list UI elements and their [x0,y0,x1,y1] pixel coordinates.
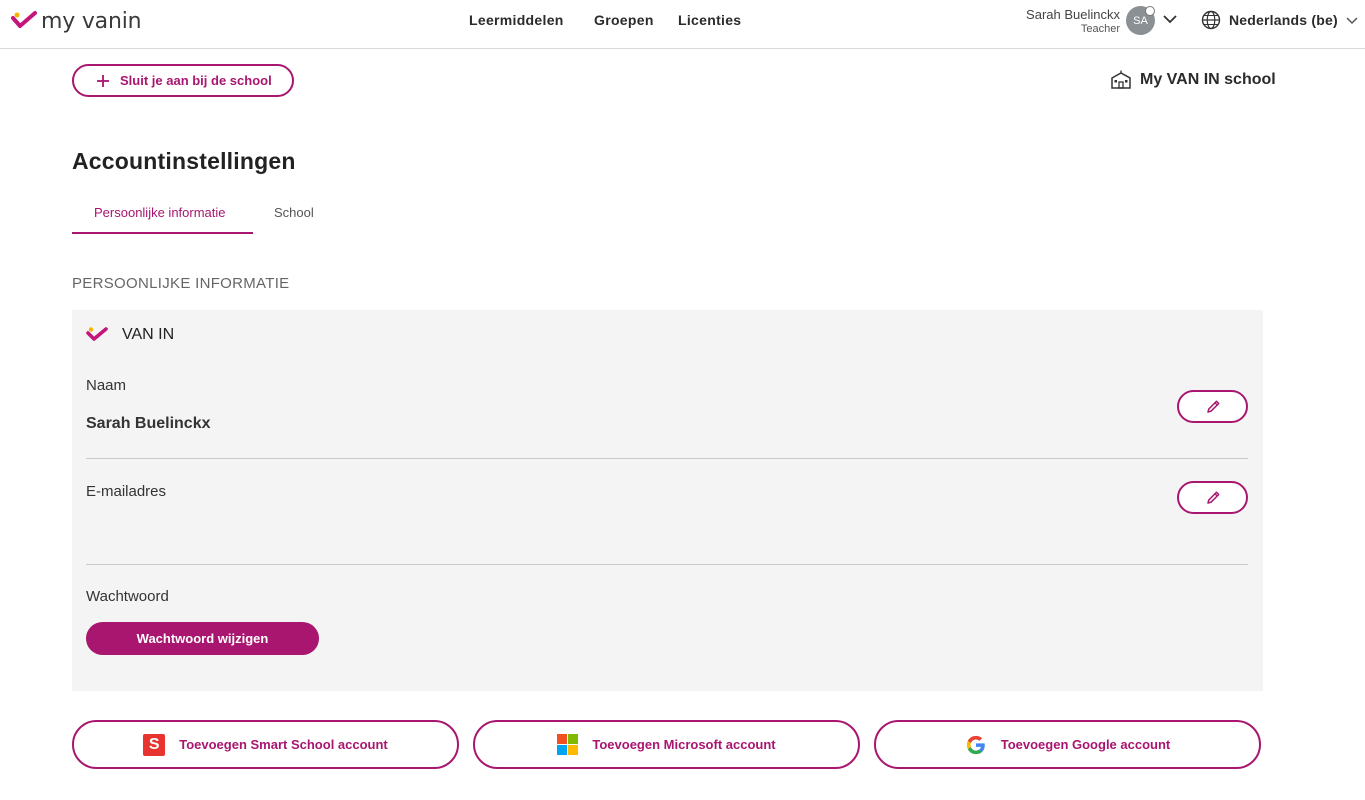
user-name: Sarah Buelinckx [1026,7,1120,22]
vanin-check-icon [11,11,37,28]
add-microsoft-label: Toevoegen Microsoft account [592,737,776,752]
change-password-button[interactable]: Wachtwoord wijzigen [86,622,319,655]
user-info[interactable]: Sarah Buelinckx Teacher [1026,7,1120,35]
add-google-account-button[interactable]: Toevoegen Google account [874,720,1261,769]
join-school-button[interactable]: Sluit je aan bij de school [72,64,294,97]
my-school-label: My VAN IN school [1140,71,1276,88]
divider [86,564,1248,565]
user-role: Teacher [1080,23,1120,35]
divider [86,458,1248,459]
pencil-icon [1206,491,1219,504]
google-icon [966,735,985,754]
tab-bar: Persoonlijke informatie School [72,198,372,235]
name-value: Sarah Buelinckx [86,415,211,432]
nav-leermiddelen[interactable]: Leermiddelen [469,12,564,28]
edit-email-button[interactable] [1177,481,1248,514]
school-building-icon [1111,70,1131,89]
my-vanin-logo[interactable]: my vanin [11,7,142,35]
avatar-badge-icon [1145,6,1155,16]
vanin-check-icon [86,327,108,341]
email-label: E-mailadres [86,483,167,500]
section-title: PERSOONLIJKE INFORMATIE [72,275,290,292]
user-menu-chevron-icon[interactable] [1162,13,1178,25]
tab-school[interactable]: School [274,205,314,220]
my-school-link[interactable]: My VAN IN school [1110,70,1276,90]
edit-name-button[interactable] [1177,390,1248,423]
add-smartschool-account-button[interactable]: S Toevoegen Smart School account [72,720,459,769]
microsoft-icon [557,734,579,755]
nav-licenties[interactable]: Licenties [678,12,741,28]
chevron-down-icon [1346,17,1358,25]
page-title: Accountinstellingen [72,148,296,174]
join-school-label: Sluit je aan bij de school [120,73,272,88]
logo-text: my vanin [41,8,142,34]
tab-personal-info[interactable]: Persoonlijke informatie [94,205,226,220]
name-label: Naam [86,377,127,394]
smartschool-icon: S [143,733,166,756]
password-label: Wachtwoord [86,588,169,605]
add-microsoft-account-button[interactable]: Toevoegen Microsoft account [473,720,860,769]
plus-icon [97,74,109,87]
add-google-label: Toevoegen Google account [1000,737,1171,752]
personal-info-card: VAN IN Naam Sarah Buelinckx E-mailadres … [72,310,1263,691]
top-navigation-bar: my vanin Leermiddelen Groepen Licenties … [0,0,1365,49]
active-tab-indicator [72,232,253,234]
language-label: Nederlands (be) [1229,12,1338,28]
provider-name: VAN IN [122,326,175,343]
globe-icon [1201,10,1221,30]
nav-groepen[interactable]: Groepen [594,12,654,28]
language-selector[interactable]: Nederlands (be) [1201,10,1358,30]
add-smartschool-label: Toevoegen Smart School account [179,737,388,752]
provider-header: VAN IN [86,326,174,344]
pencil-icon [1206,400,1219,413]
